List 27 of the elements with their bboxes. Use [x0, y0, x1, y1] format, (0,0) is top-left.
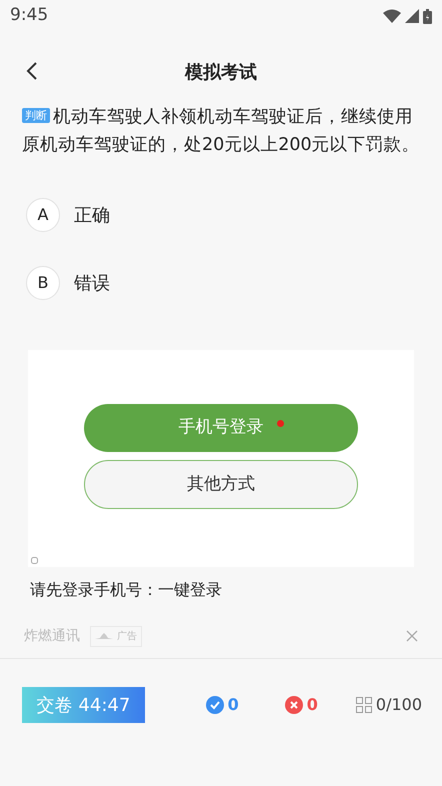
status-time: 9:45 — [10, 4, 48, 28]
option-label: 正确 — [74, 204, 110, 228]
progress-count: 0/100 — [376, 694, 422, 716]
page-title: 模拟考试 — [185, 60, 257, 84]
ad-badge-text: 广告 — [117, 630, 137, 644]
battery-icon — [423, 8, 432, 24]
wifi-icon — [383, 9, 401, 23]
check-circle-icon — [206, 696, 224, 714]
answer-option[interactable]: B 错误 — [0, 249, 442, 317]
back-icon — [26, 61, 38, 81]
other-login-button[interactable]: 其他方式 — [84, 460, 358, 509]
question-type-tag: 判断 — [22, 108, 50, 123]
ad-source: 炸燃通讯 — [24, 626, 80, 646]
signal-icon — [405, 9, 419, 23]
grid-icon — [356, 697, 372, 713]
option-label: 错误 — [74, 272, 110, 296]
option-letter: B — [26, 266, 60, 300]
ad-logo-icon — [31, 557, 38, 564]
ad-caption: 请先登录手机号：一键登录 — [29, 579, 223, 601]
wave-icon — [95, 633, 113, 639]
cross-circle-icon — [284, 696, 303, 714]
close-icon[interactable] — [406, 630, 418, 642]
wrong-count: 0 — [306, 694, 318, 716]
option-letter: A — [26, 198, 60, 232]
answer-option[interactable]: A 正确 — [0, 181, 442, 249]
correct-count: 0 — [228, 694, 239, 716]
question-text: $^{判断}$ 机动车驾驶人补领机动车驾驶证后，继续使用原机动车驾驶证的，处20元以上200元以下罚款。 — [21, 106, 421, 157]
